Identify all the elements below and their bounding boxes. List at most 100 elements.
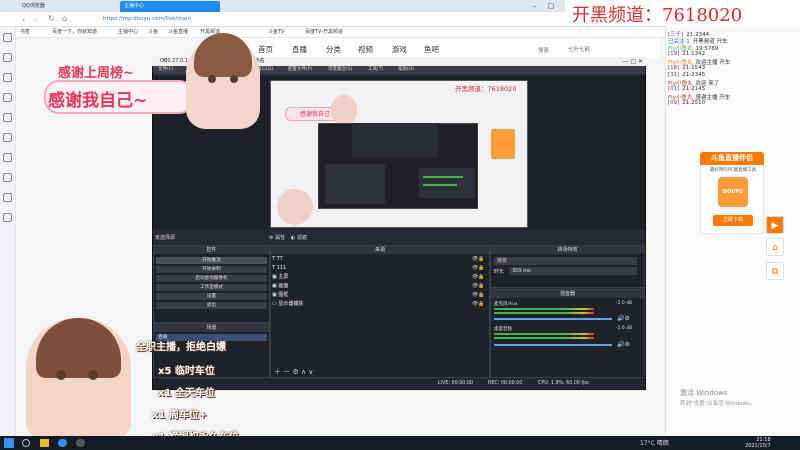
start-record-button[interactable]: 开始录制 xyxy=(156,266,267,273)
home-icon[interactable]: ⌂ xyxy=(766,238,784,256)
avatar-eye xyxy=(88,370,98,380)
bookmark-item[interactable]: 斗鱼直播 xyxy=(168,27,188,38)
tab-qq-browser[interactable]: QQ浏览器 xyxy=(18,1,98,12)
speaker-icon[interactable]: 🔊⚙ xyxy=(617,315,630,322)
nested-meter xyxy=(423,176,463,178)
weather-widget[interactable]: 17°C 晴朗 xyxy=(640,438,669,447)
nested-preview-inner xyxy=(352,123,438,157)
menu-help[interactable]: 帮助(H) xyxy=(398,66,414,74)
settings-button[interactable]: 设置 xyxy=(156,293,267,300)
channel-number-text: 开黑频道：7618020 xyxy=(572,5,743,26)
tab-label: QQ浏览器 xyxy=(22,3,45,9)
user-name[interactable]: 七叶七颜 xyxy=(568,45,590,53)
menu-file[interactable]: 文件(F) xyxy=(158,66,173,74)
mixer-channel-name: 麦克风/Aux xyxy=(494,302,518,307)
forward-icon[interactable]: › xyxy=(34,15,37,24)
start-stream-button[interactable]: 开始推流 xyxy=(156,257,267,264)
thanks-top-text: 感谢上周榜~ xyxy=(58,66,134,81)
exit-button[interactable]: 退出 xyxy=(156,302,267,309)
menu-scene-collection[interactable]: 场景集合(S) xyxy=(328,66,352,74)
menu-tools[interactable]: 工具(T) xyxy=(368,66,383,74)
activate-windows-title: 激活 Windows xyxy=(680,389,728,397)
search-icon[interactable] xyxy=(3,93,12,102)
bookmark-item[interactable]: 主播中心 xyxy=(118,27,138,38)
url-input[interactable]: https://mp.douyu.com/live/main xyxy=(103,15,553,24)
maximize-icon[interactable]: □ xyxy=(544,2,558,10)
nav-game[interactable]: 游戏 xyxy=(392,44,407,55)
nav-category[interactable]: 分类 xyxy=(326,44,341,55)
transition-select[interactable]: 渐变 xyxy=(494,257,637,265)
chat-text: 21:2345 xyxy=(682,72,706,78)
source-item[interactable]: ▭ 显示器捕获 xyxy=(272,300,303,308)
video-icon[interactable] xyxy=(3,53,12,62)
minimize-icon[interactable]: – xyxy=(528,2,542,10)
properties-button[interactable]: ⚙ 属性 xyxy=(269,231,285,245)
chat-icon[interactable] xyxy=(3,153,12,162)
menu-profile[interactable]: 配置文件(P) xyxy=(288,66,312,74)
browser-side-dock xyxy=(0,27,16,437)
virtual-camera-button[interactable]: 启动虚拟摄像机 xyxy=(156,275,267,282)
chat-user[interactable]: [31] xyxy=(668,72,679,78)
volume-slider[interactable] xyxy=(494,344,612,346)
promo-headline: 全职主播，拒绝白嫖 xyxy=(136,342,226,353)
audio-meter xyxy=(494,333,594,335)
chat-text: 21:2145 xyxy=(682,86,706,92)
tab-anchor-center[interactable]: 主播中心 xyxy=(120,1,220,12)
chat-user[interactable]: [19] xyxy=(668,51,679,57)
star-icon[interactable] xyxy=(3,33,12,42)
nav-home[interactable]: 首页 xyxy=(258,44,273,55)
chat-user[interactable]: [01] xyxy=(668,86,679,92)
studio-mode-button[interactable]: 工作室模式 xyxy=(156,284,267,291)
book-icon[interactable] xyxy=(3,73,12,82)
speaker-icon[interactable]: 🔊⚙ xyxy=(617,341,630,348)
windows-start-icon[interactable] xyxy=(4,438,14,448)
download-icon[interactable] xyxy=(3,113,12,122)
obs-window-controls[interactable]: — □ ✕ xyxy=(614,57,646,66)
search-input[interactable]: 搜索 xyxy=(538,46,549,54)
system-clock[interactable]: 21:18 2021/10/7 xyxy=(745,437,771,449)
source-item[interactable]: T 111 xyxy=(272,264,286,272)
bookmark-item[interactable]: 百度一下，你就知道 xyxy=(52,27,97,38)
home-icon[interactable]: ⌂ xyxy=(62,14,67,23)
source-item[interactable]: ▣ 画面 xyxy=(272,282,288,290)
obs-icon[interactable] xyxy=(76,439,85,447)
sources-toolbar[interactable]: ＋ － ⚙ ∧ ∨ xyxy=(274,367,313,377)
preview-avatar xyxy=(331,95,357,125)
mixer-title: 混音器 xyxy=(491,290,644,298)
volume-slider[interactable] xyxy=(494,318,612,320)
chat-user[interactable]: [09] xyxy=(668,100,679,106)
nav-video[interactable]: 视频 xyxy=(358,44,373,55)
duration-input[interactable]: 300 ms xyxy=(509,267,637,275)
folder-icon[interactable] xyxy=(40,439,49,447)
mail-icon[interactable] xyxy=(3,133,12,142)
play-icon[interactable]: ▶ xyxy=(766,216,784,234)
bookmark-item[interactable]: 斗鱼TV xyxy=(268,27,284,38)
chat-user[interactable]: [18] xyxy=(668,65,679,71)
nav-fishbar[interactable]: 鱼吧 xyxy=(424,44,439,55)
source-item[interactable]: ▣ 图框 xyxy=(272,291,288,299)
bookmark-item[interactable]: 斗鱼 xyxy=(148,27,158,38)
bookmark-item[interactable]: 百度TV-开黑频道 xyxy=(305,27,343,38)
filters-button[interactable]: ◐ 滤镜 xyxy=(291,231,307,245)
browser-icon[interactable] xyxy=(58,439,67,447)
grid-icon[interactable] xyxy=(3,213,12,222)
calendar-icon[interactable] xyxy=(3,173,12,182)
screenshot-icon[interactable]: ⧉ xyxy=(766,262,784,280)
avatar-eye xyxy=(208,75,216,83)
download-button[interactable]: 立即下载 xyxy=(713,215,753,226)
nav-live[interactable]: 直播 xyxy=(292,44,307,55)
back-icon[interactable]: ‹ xyxy=(22,15,25,24)
cart-icon[interactable] xyxy=(3,193,12,202)
search-icon[interactable] xyxy=(22,439,30,447)
nested-meter xyxy=(423,184,457,186)
refresh-icon[interactable]: ↻ xyxy=(48,14,55,23)
promo-line: x1 周车位+ xyxy=(152,410,208,421)
source-visibility-icons[interactable]: 👁🔒 👁🔒 👁🔒 👁🔒 👁🔒 👁🔒 xyxy=(472,255,485,309)
mixer-channel-name: 桌面音频 xyxy=(494,327,512,332)
source-item[interactable]: T TT xyxy=(272,255,283,263)
filters-label: 滤镜 xyxy=(296,235,307,241)
clock-date: 2021/10/7 xyxy=(745,443,771,449)
source-item[interactable]: ▣ 主屏 xyxy=(272,273,288,281)
duration-label: 时长 xyxy=(494,269,505,275)
bookmark-item[interactable]: 书签 xyxy=(20,27,30,38)
